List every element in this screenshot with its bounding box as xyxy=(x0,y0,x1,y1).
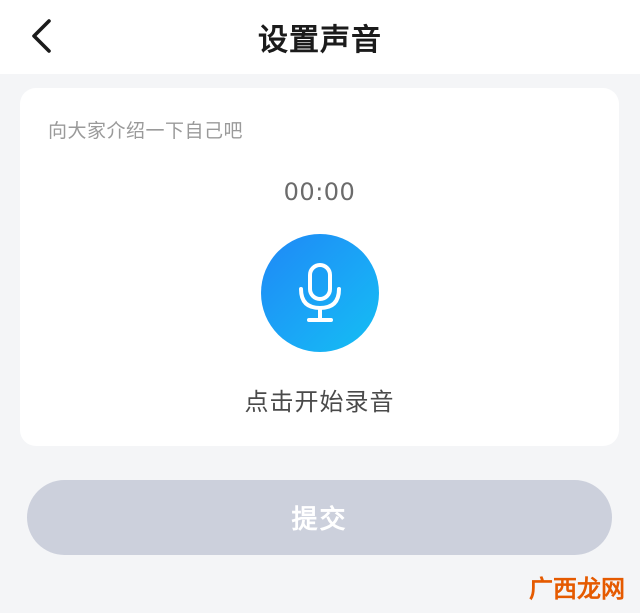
record-hint: 点击开始录音 xyxy=(244,388,395,416)
recording-card: 向大家介绍一下自己吧 00:00 点击开始录音 xyxy=(20,88,619,446)
watermark-logo: 广西龙网 xyxy=(529,574,625,603)
submit-button[interactable]: 提交 xyxy=(27,480,612,555)
page-title: 设置声音 xyxy=(258,23,382,58)
recording-timer: 00:00 xyxy=(283,178,356,206)
record-button[interactable] xyxy=(261,234,379,352)
top-bar: 设置声音 xyxy=(0,0,640,74)
microphone-icon xyxy=(299,263,341,322)
intro-prompt: 向大家介绍一下自己吧 xyxy=(48,120,244,142)
